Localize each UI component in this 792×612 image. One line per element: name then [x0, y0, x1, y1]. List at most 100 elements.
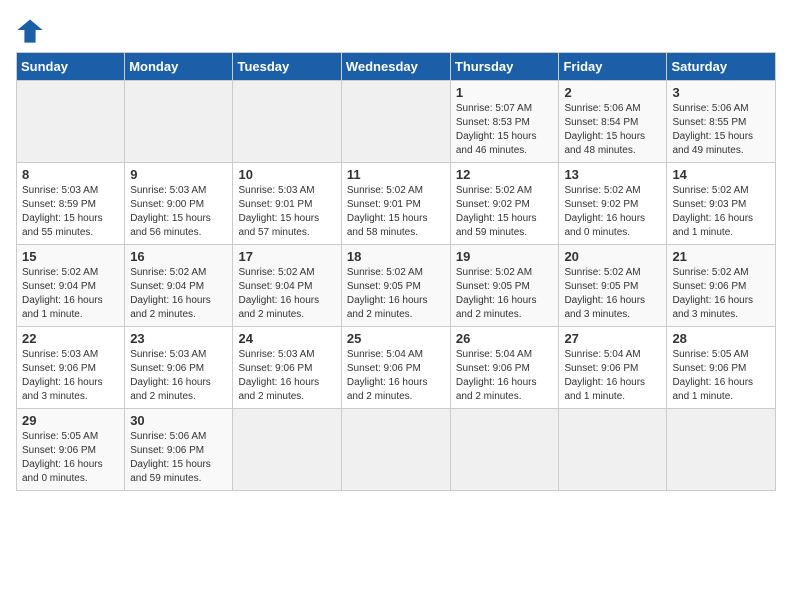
calendar-cell: 10 Sunrise: 5:03 AM Sunset: 9:01 PM Dayli… — [233, 163, 341, 245]
calendar-cell: 21 Sunrise: 5:02 AM Sunset: 9:06 PM Dayli… — [667, 245, 776, 327]
day-info: Sunrise: 5:03 AM Sunset: 9:06 PM Dayligh… — [22, 348, 119, 404]
calendar-cell: 3 Sunrise: 5:06 AM Sunset: 8:55 PM Daylig… — [667, 81, 776, 163]
calendar-cell: 18 Sunrise: 5:02 AM Sunset: 9:05 PM Dayli… — [341, 245, 450, 327]
day-info: Sunrise: 5:02 AM Sunset: 9:03 PM Dayligh… — [672, 184, 770, 240]
day-number: 30 — [130, 413, 227, 428]
calendar-cell — [667, 409, 776, 491]
day-info: Sunrise: 5:02 AM Sunset: 9:06 PM Dayligh… — [672, 266, 770, 322]
week-row-2: 8 Sunrise: 5:03 AM Sunset: 8:59 PM Daylig… — [17, 163, 776, 245]
day-info: Sunrise: 5:02 AM Sunset: 9:02 PM Dayligh… — [456, 184, 554, 240]
calendar-cell: 22 Sunrise: 5:03 AM Sunset: 9:06 PM Dayli… — [17, 327, 125, 409]
day-number: 14 — [672, 167, 770, 182]
day-number: 8 — [22, 167, 119, 182]
day-number: 25 — [347, 331, 445, 346]
day-info: Sunrise: 5:02 AM Sunset: 9:05 PM Dayligh… — [456, 266, 554, 322]
week-row-1: 1 Sunrise: 5:07 AM Sunset: 8:53 PM Daylig… — [17, 81, 776, 163]
calendar-cell: 28 Sunrise: 5:05 AM Sunset: 9:06 PM Dayli… — [667, 327, 776, 409]
day-info: Sunrise: 5:05 AM Sunset: 9:06 PM Dayligh… — [22, 430, 119, 486]
calendar-cell — [341, 81, 450, 163]
calendar-cell: 1 Sunrise: 5:07 AM Sunset: 8:53 PM Daylig… — [450, 81, 559, 163]
day-number: 1 — [456, 85, 554, 100]
header — [16, 16, 776, 44]
calendar-cell — [233, 81, 341, 163]
calendar-cell: 30 Sunrise: 5:06 AM Sunset: 9:06 PM Dayli… — [125, 409, 233, 491]
day-info: Sunrise: 5:02 AM Sunset: 9:02 PM Dayligh… — [564, 184, 661, 240]
day-number: 21 — [672, 249, 770, 264]
day-number: 10 — [238, 167, 335, 182]
weekday-header-saturday: Saturday — [667, 53, 776, 81]
day-number: 17 — [238, 249, 335, 264]
calendar-cell: 19 Sunrise: 5:02 AM Sunset: 9:05 PM Dayli… — [450, 245, 559, 327]
week-row-3: 15 Sunrise: 5:02 AM Sunset: 9:04 PM Dayli… — [17, 245, 776, 327]
day-number: 13 — [564, 167, 661, 182]
calendar-cell: 27 Sunrise: 5:04 AM Sunset: 9:06 PM Dayli… — [559, 327, 667, 409]
day-info: Sunrise: 5:06 AM Sunset: 9:06 PM Dayligh… — [130, 430, 227, 486]
day-info: Sunrise: 5:03 AM Sunset: 9:00 PM Dayligh… — [130, 184, 227, 240]
day-number: 2 — [564, 85, 661, 100]
calendar-cell — [559, 409, 667, 491]
calendar-cell: 11 Sunrise: 5:02 AM Sunset: 9:01 PM Dayli… — [341, 163, 450, 245]
calendar-cell: 16 Sunrise: 5:02 AM Sunset: 9:04 PM Dayli… — [125, 245, 233, 327]
calendar-cell — [17, 81, 125, 163]
day-number: 23 — [130, 331, 227, 346]
calendar-cell: 13 Sunrise: 5:02 AM Sunset: 9:02 PM Dayli… — [559, 163, 667, 245]
day-info: Sunrise: 5:03 AM Sunset: 8:59 PM Dayligh… — [22, 184, 119, 240]
day-number: 27 — [564, 331, 661, 346]
day-info: Sunrise: 5:02 AM Sunset: 9:01 PM Dayligh… — [347, 184, 445, 240]
day-number: 24 — [238, 331, 335, 346]
day-info: Sunrise: 5:04 AM Sunset: 9:06 PM Dayligh… — [347, 348, 445, 404]
calendar-cell: 24 Sunrise: 5:03 AM Sunset: 9:06 PM Dayli… — [233, 327, 341, 409]
day-number: 15 — [22, 249, 119, 264]
calendar-cell: 8 Sunrise: 5:03 AM Sunset: 8:59 PM Daylig… — [17, 163, 125, 245]
weekday-header-sunday: Sunday — [17, 53, 125, 81]
calendar-cell: 23 Sunrise: 5:03 AM Sunset: 9:06 PM Dayli… — [125, 327, 233, 409]
day-info: Sunrise: 5:04 AM Sunset: 9:06 PM Dayligh… — [564, 348, 661, 404]
calendar-cell — [341, 409, 450, 491]
day-info: Sunrise: 5:05 AM Sunset: 9:06 PM Dayligh… — [672, 348, 770, 404]
day-number: 3 — [672, 85, 770, 100]
day-info: Sunrise: 5:02 AM Sunset: 9:04 PM Dayligh… — [22, 266, 119, 322]
day-number: 19 — [456, 249, 554, 264]
day-number: 28 — [672, 331, 770, 346]
calendar-cell — [450, 409, 559, 491]
weekday-header-row: SundayMondayTuesdayWednesdayThursdayFrid… — [17, 53, 776, 81]
week-row-4: 22 Sunrise: 5:03 AM Sunset: 9:06 PM Dayli… — [17, 327, 776, 409]
weekday-header-monday: Monday — [125, 53, 233, 81]
day-info: Sunrise: 5:04 AM Sunset: 9:06 PM Dayligh… — [456, 348, 554, 404]
day-info: Sunrise: 5:03 AM Sunset: 9:01 PM Dayligh… — [238, 184, 335, 240]
logo — [16, 16, 48, 44]
day-number: 12 — [456, 167, 554, 182]
calendar-table: SundayMondayTuesdayWednesdayThursdayFrid… — [16, 52, 776, 491]
day-number: 16 — [130, 249, 227, 264]
calendar-cell: 2 Sunrise: 5:06 AM Sunset: 8:54 PM Daylig… — [559, 81, 667, 163]
day-info: Sunrise: 5:02 AM Sunset: 9:04 PM Dayligh… — [238, 266, 335, 322]
day-number: 26 — [456, 331, 554, 346]
calendar-cell: 29 Sunrise: 5:05 AM Sunset: 9:06 PM Dayli… — [17, 409, 125, 491]
day-info: Sunrise: 5:06 AM Sunset: 8:54 PM Dayligh… — [564, 102, 661, 158]
calendar-cell — [125, 81, 233, 163]
calendar-cell — [233, 409, 341, 491]
day-info: Sunrise: 5:07 AM Sunset: 8:53 PM Dayligh… — [456, 102, 554, 158]
day-info: Sunrise: 5:03 AM Sunset: 9:06 PM Dayligh… — [238, 348, 335, 404]
day-info: Sunrise: 5:03 AM Sunset: 9:06 PM Dayligh… — [130, 348, 227, 404]
calendar-cell: 14 Sunrise: 5:02 AM Sunset: 9:03 PM Dayli… — [667, 163, 776, 245]
logo-icon — [16, 16, 44, 44]
day-number: 11 — [347, 167, 445, 182]
day-info: Sunrise: 5:02 AM Sunset: 9:05 PM Dayligh… — [347, 266, 445, 322]
weekday-header-tuesday: Tuesday — [233, 53, 341, 81]
calendar-cell: 12 Sunrise: 5:02 AM Sunset: 9:02 PM Dayli… — [450, 163, 559, 245]
day-number: 9 — [130, 167, 227, 182]
day-number: 22 — [22, 331, 119, 346]
calendar-cell: 17 Sunrise: 5:02 AM Sunset: 9:04 PM Dayli… — [233, 245, 341, 327]
calendar-cell: 20 Sunrise: 5:02 AM Sunset: 9:05 PM Dayli… — [559, 245, 667, 327]
day-info: Sunrise: 5:02 AM Sunset: 9:05 PM Dayligh… — [564, 266, 661, 322]
day-info: Sunrise: 5:06 AM Sunset: 8:55 PM Dayligh… — [672, 102, 770, 158]
weekday-header-wednesday: Wednesday — [341, 53, 450, 81]
day-number: 20 — [564, 249, 661, 264]
calendar-cell: 9 Sunrise: 5:03 AM Sunset: 9:00 PM Daylig… — [125, 163, 233, 245]
calendar-cell: 26 Sunrise: 5:04 AM Sunset: 9:06 PM Dayli… — [450, 327, 559, 409]
day-info: Sunrise: 5:02 AM Sunset: 9:04 PM Dayligh… — [130, 266, 227, 322]
calendar-cell: 25 Sunrise: 5:04 AM Sunset: 9:06 PM Dayli… — [341, 327, 450, 409]
day-number: 18 — [347, 249, 445, 264]
day-number: 29 — [22, 413, 119, 428]
